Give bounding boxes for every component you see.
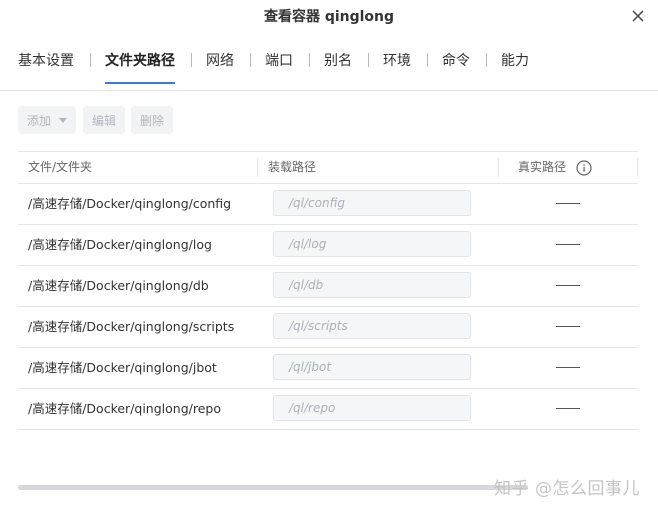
tab-basic-settings[interactable]: 基本设置 xyxy=(18,50,74,76)
column-header-mount-path[interactable]: 装载路径 xyxy=(268,152,316,183)
volume-table: 文件/文件夹 装载路径 真实路径 /高速存储/Docker/qinglong/c… xyxy=(18,151,638,430)
edit-button-label: 编辑 xyxy=(91,113,116,128)
close-button[interactable] xyxy=(630,8,646,24)
tab-aliases[interactable]: 别名 xyxy=(324,50,352,76)
real-path-empty-dash xyxy=(556,367,580,368)
tab-command[interactable]: 命令 xyxy=(442,50,470,76)
tab-separator xyxy=(427,53,428,67)
real-path-empty-dash xyxy=(556,203,580,204)
add-button-label: 添加 xyxy=(26,113,51,128)
tab-separator xyxy=(90,53,91,67)
table-row[interactable]: /高速存储/Docker/qinglong/scripts /ql/script… xyxy=(18,307,638,348)
tab-bar: 基本设置 文件夹路径 网络 端口 别名 环境 命令 能力 xyxy=(0,40,658,91)
file-path-cell: /高速存储/Docker/qinglong/log xyxy=(28,237,212,252)
real-path-empty-dash xyxy=(556,244,580,245)
tab-separator xyxy=(191,53,192,67)
file-path-cell: /高速存储/Docker/qinglong/jbot xyxy=(28,360,217,375)
delete-button[interactable]: 删除 xyxy=(131,106,173,134)
column-header-real-path: 真实路径 xyxy=(518,152,592,183)
container-dialog: 查看容器 qinglong 基本设置 文件夹路径 网络 端口 别名 环境 命令 … xyxy=(0,0,658,514)
file-path-cell: /高速存储/Docker/qinglong/config xyxy=(28,196,232,211)
real-path-empty-dash xyxy=(556,285,580,286)
real-path-empty-dash xyxy=(556,408,580,409)
add-button[interactable]: 添加 xyxy=(18,106,76,134)
dialog-title: 查看容器 qinglong xyxy=(263,9,395,25)
tab-separator xyxy=(368,53,369,67)
table-header: 文件/文件夹 装载路径 真实路径 xyxy=(18,152,638,184)
column-header-real-path-label: 真实路径 xyxy=(518,160,567,174)
close-icon xyxy=(632,10,644,22)
table-row[interactable]: /高速存储/Docker/qinglong/db /ql/db xyxy=(18,266,638,307)
tab-ports[interactable]: 端口 xyxy=(265,50,293,76)
tab-capabilities[interactable]: 能力 xyxy=(501,50,529,76)
watermark: 知乎 @怎么回事儿 xyxy=(494,479,640,499)
file-path-cell: /高速存储/Docker/qinglong/scripts xyxy=(28,319,235,334)
real-path-empty-dash xyxy=(556,326,580,327)
horizontal-scrollbar[interactable] xyxy=(18,485,528,490)
tab-separator xyxy=(309,53,310,67)
tab-folder-paths[interactable]: 文件夹路径 xyxy=(105,50,175,84)
mount-path-input[interactable]: /ql/db xyxy=(273,272,471,298)
mount-path-input[interactable]: /ql/jbot xyxy=(273,354,471,380)
mount-path-input[interactable]: /ql/log xyxy=(273,231,471,257)
tab-environment[interactable]: 环境 xyxy=(383,50,411,76)
tab-separator xyxy=(486,53,487,67)
chevron-down-icon xyxy=(59,117,67,123)
tab-network[interactable]: 网络 xyxy=(206,50,234,76)
column-header-file-folder[interactable]: 文件/文件夹 xyxy=(28,152,92,183)
table-row[interactable]: /高速存储/Docker/qinglong/repo /ql/repo xyxy=(18,389,638,430)
column-divider xyxy=(637,158,638,177)
table-row[interactable]: /高速存储/Docker/qinglong/log /ql/log xyxy=(18,225,638,266)
file-path-cell: /高速存储/Docker/qinglong/db xyxy=(28,278,209,293)
mount-path-input[interactable]: /ql/repo xyxy=(273,395,471,421)
column-divider xyxy=(498,158,499,177)
table-row[interactable]: /高速存储/Docker/qinglong/config /ql/config xyxy=(18,184,638,225)
table-row[interactable]: /高速存储/Docker/qinglong/jbot /ql/jbot xyxy=(18,348,638,389)
mount-path-input[interactable]: /ql/scripts xyxy=(273,313,471,339)
column-divider xyxy=(257,158,258,177)
mount-path-input[interactable]: /ql/config xyxy=(273,190,471,216)
info-icon[interactable] xyxy=(576,159,592,176)
edit-button[interactable]: 编辑 xyxy=(83,106,125,134)
file-path-cell: /高速存储/Docker/qinglong/repo xyxy=(28,401,221,416)
delete-button-label: 删除 xyxy=(139,113,164,128)
tab-separator xyxy=(250,53,251,67)
